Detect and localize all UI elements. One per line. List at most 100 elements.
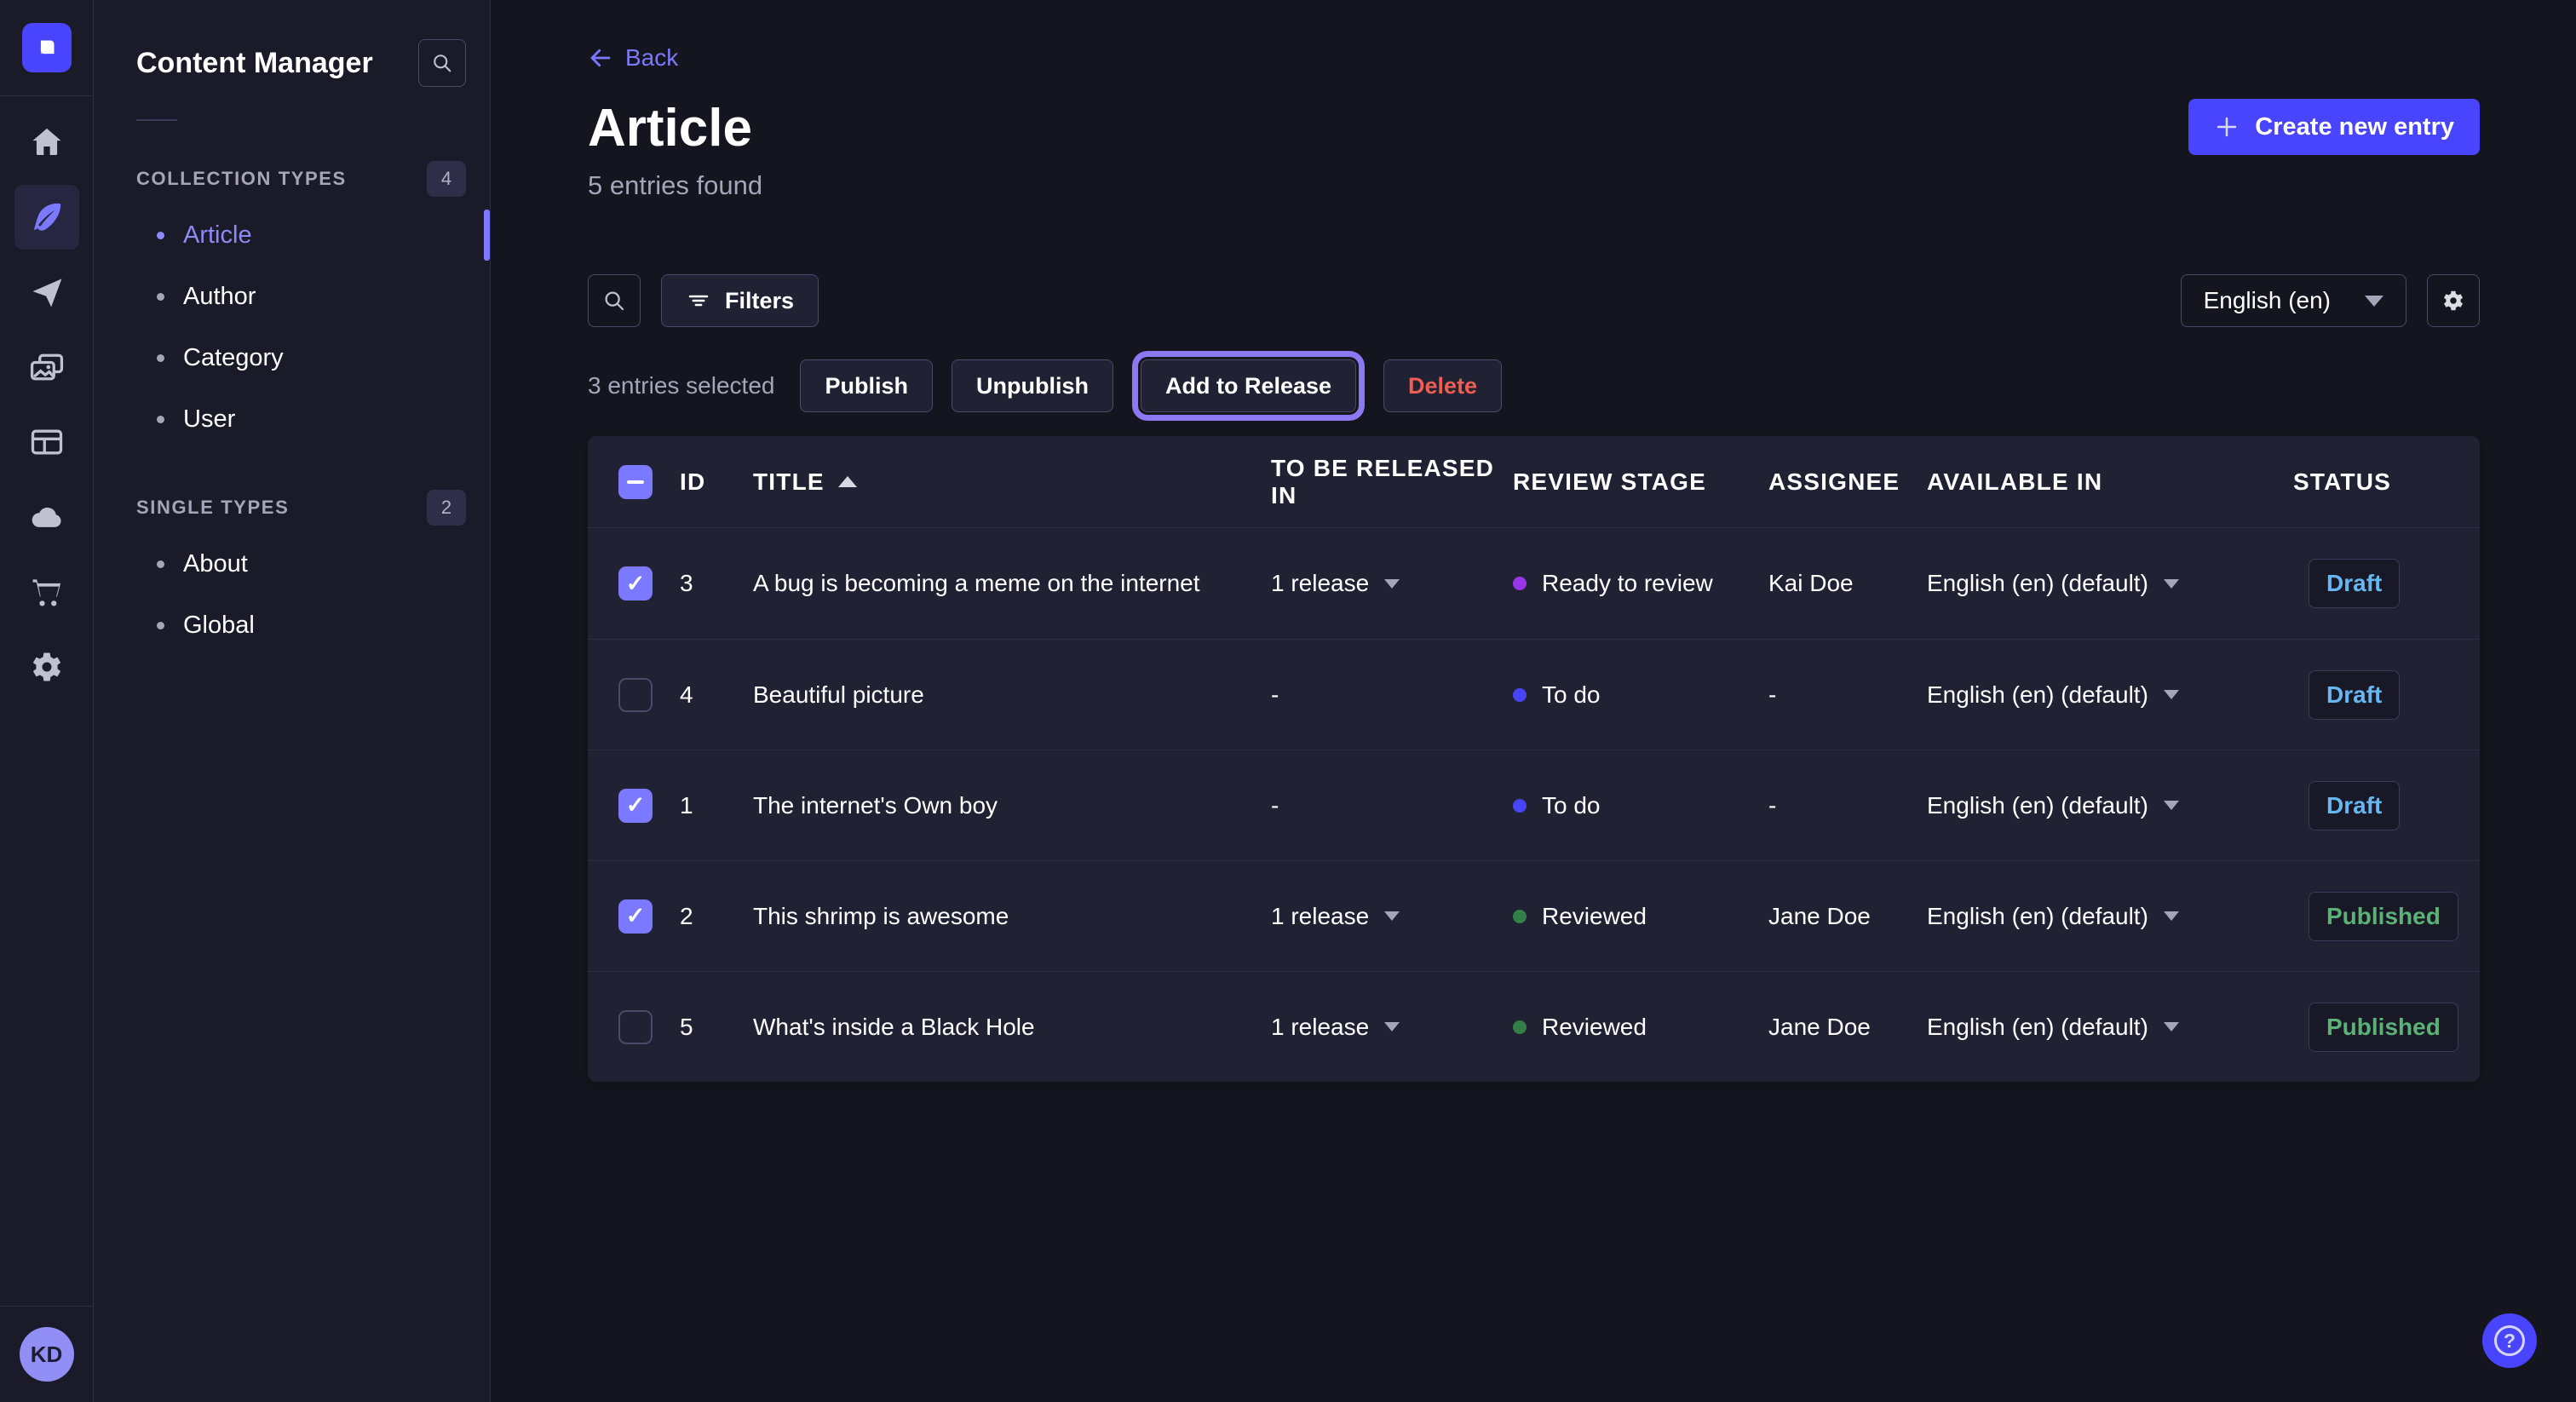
stage-dot-icon (1513, 910, 1527, 923)
status-badge: Draft (2309, 559, 2400, 608)
list-settings-gear-icon[interactable] (2427, 274, 2480, 327)
plus-icon (2214, 114, 2240, 140)
sidebar-item-list: About Global (136, 533, 466, 656)
cell-review-stage: To do (1506, 792, 1762, 819)
locale-select[interactable]: English (en) (2181, 274, 2406, 327)
arrow-left-icon (588, 45, 613, 71)
cell-assignee: Jane Doe (1762, 1014, 1920, 1041)
sidebar-item[interactable]: Author (136, 266, 466, 327)
chevron-down-icon (2164, 911, 2179, 921)
cell-id: 5 (673, 1014, 746, 1041)
toolbar-left: Filters (588, 274, 819, 327)
bullet-icon (157, 416, 164, 423)
table-row[interactable]: 1 The internet's Own boy - To do - Engli… (588, 750, 2480, 860)
sidebar-item[interactable]: Article (136, 204, 466, 266)
release-dropdown[interactable]: 1 release (1271, 1014, 1400, 1041)
selection-summary: 3 entries selected (588, 372, 774, 399)
settings-gear-icon[interactable] (26, 646, 67, 687)
column-assignee[interactable]: ASSIGNEE (1762, 468, 1920, 496)
add-to-release-button[interactable]: Add to Release (1141, 359, 1356, 412)
sidebar-item[interactable]: Global (136, 595, 466, 656)
row-checkbox[interactable] (618, 899, 653, 934)
row-checkbox[interactable] (618, 566, 653, 600)
filters-button[interactable]: Filters (661, 274, 819, 327)
stage-dot-icon (1513, 799, 1527, 813)
delete-button[interactable]: Delete (1383, 359, 1502, 412)
cell-assignee: - (1762, 792, 1920, 819)
release-dropdown[interactable]: - (1271, 792, 1279, 819)
publish-button[interactable]: Publish (800, 359, 933, 412)
cell-title: A bug is becoming a meme on the internet (746, 570, 1264, 597)
content-type-builder-icon[interactable] (26, 422, 67, 463)
toolbar: Filters English (en) (588, 274, 2480, 327)
column-to-be-released-in[interactable]: TO BE RELEASED IN (1264, 455, 1506, 509)
cloud-icon[interactable] (26, 497, 67, 537)
releases-paper-plane-icon[interactable] (26, 272, 67, 313)
sidebar-item[interactable]: Category (136, 327, 466, 388)
rail-logo-section (0, 0, 93, 96)
bullet-icon (157, 354, 164, 362)
cell-title: What's inside a Black Hole (746, 1014, 1264, 1041)
media-library-icon[interactable] (26, 347, 67, 388)
stage-dot-icon (1513, 1020, 1527, 1034)
status-badge: Published (2309, 1003, 2458, 1052)
create-new-entry-button[interactable]: Create new entry (2188, 99, 2480, 155)
row-checkbox[interactable] (618, 1010, 653, 1044)
back-link[interactable]: Back (588, 44, 678, 72)
sort-asc-icon (838, 476, 857, 487)
sidebar-item[interactable]: About (136, 533, 466, 595)
search-entries-icon[interactable] (588, 274, 641, 327)
chevron-down-icon (1384, 579, 1400, 589)
chevron-down-icon (2164, 1022, 2179, 1031)
locale-dropdown[interactable]: English (en) (default) (1927, 570, 2179, 597)
cell-review-stage: Reviewed (1506, 903, 1762, 930)
cell-id: 4 (673, 681, 746, 709)
cell-id: 1 (673, 792, 746, 819)
bullet-icon (157, 622, 164, 629)
sidebar-header: Content Manager (94, 0, 490, 87)
column-available-in[interactable]: AVAILABLE IN (1920, 468, 2286, 496)
back-label: Back (625, 44, 678, 72)
locale-dropdown[interactable]: English (en) (default) (1927, 1014, 2179, 1041)
selection-bar: 3 entries selected Publish Unpublish Add… (588, 359, 2480, 412)
table-row[interactable]: 2 This shrimp is awesome 1 release Revie… (588, 860, 2480, 971)
nav-rail: KD (0, 0, 94, 1402)
stage-dot-icon (1513, 577, 1527, 590)
column-review-stage[interactable]: REVIEW STAGE (1506, 468, 1762, 496)
cell-title: This shrimp is awesome (746, 903, 1264, 930)
search-icon[interactable] (418, 39, 466, 87)
sidebar-item[interactable]: User (136, 388, 466, 450)
cell-assignee: - (1762, 681, 1920, 709)
question-mark-icon: ? (2494, 1325, 2525, 1356)
row-checkbox[interactable] (618, 789, 653, 823)
marketplace-cart-icon[interactable] (26, 572, 67, 612)
strapi-logo[interactable] (22, 23, 72, 72)
title-row: Article Create new entry (588, 99, 2480, 155)
rail-nav (0, 96, 93, 687)
content-manager-feather-icon[interactable] (14, 185, 79, 250)
table-row[interactable]: 3 A bug is becoming a meme on the intern… (588, 528, 2480, 639)
release-dropdown[interactable]: 1 release (1271, 570, 1400, 597)
locale-dropdown[interactable]: English (en) (default) (1927, 792, 2179, 819)
help-button[interactable]: ? (2482, 1313, 2537, 1368)
table-row[interactable]: 5 What's inside a Black Hole 1 release R… (588, 971, 2480, 1082)
home-icon[interactable] (26, 122, 67, 163)
release-dropdown[interactable]: 1 release (1271, 903, 1400, 930)
table-row[interactable]: 4 Beautiful picture - To do - English (e… (588, 639, 2480, 750)
column-status[interactable]: STATUS (2286, 468, 2480, 496)
row-checkbox[interactable] (618, 678, 653, 712)
locale-dropdown[interactable]: English (en) (default) (1927, 681, 2179, 709)
unpublish-button[interactable]: Unpublish (952, 359, 1113, 412)
user-avatar[interactable]: KD (20, 1327, 74, 1382)
select-all-checkbox[interactable] (618, 465, 653, 499)
locale-dropdown[interactable]: English (en) (default) (1927, 903, 2179, 930)
entries-count: 5 entries found (588, 170, 2480, 201)
chevron-down-icon (1384, 1022, 1400, 1031)
cell-review-stage: Ready to review (1506, 570, 1762, 597)
section-label: COLLECTION TYPES (136, 168, 347, 190)
release-dropdown[interactable]: - (1271, 681, 1279, 709)
cell-assignee: Kai Doe (1762, 570, 1920, 597)
column-id[interactable]: ID (673, 468, 746, 496)
sidebar-title: Content Manager (136, 47, 373, 80)
column-title[interactable]: TITLE (746, 468, 1264, 496)
